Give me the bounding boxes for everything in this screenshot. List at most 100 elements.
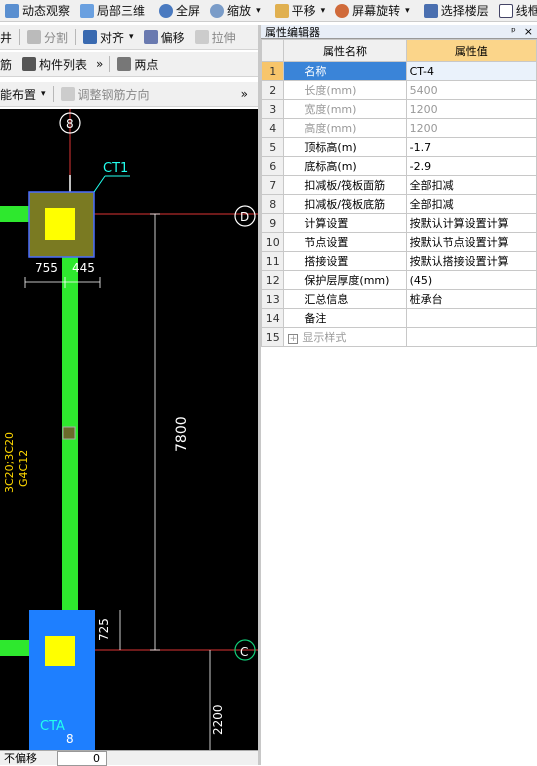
dim-7800: 7800 (174, 416, 190, 452)
adjust-rebar-direction-button[interactable]: 调整钢筋方向 (56, 82, 155, 106)
property-row[interactable]: 10 节点设置 按默认节点设置计算 (260, 232, 537, 252)
fullscreen-button[interactable]: 全屏 (154, 0, 205, 21)
property-value[interactable]: 全部扣减 (405, 194, 537, 214)
separator (52, 86, 54, 102)
property-name[interactable]: 节点设置 (283, 232, 407, 252)
property-name[interactable]: 底标高(m) (283, 156, 407, 176)
adjust-direction-icon (60, 87, 75, 101)
main-toolbar: 动态观察 局部三维 全屏 缩放 平移 屏幕旋转 选择楼层 线框 (0, 0, 537, 22)
property-name[interactable]: 计算设置 (283, 213, 407, 233)
property-name[interactable]: 高度(mm) (283, 118, 407, 138)
offset-value-input[interactable]: 0 (57, 750, 107, 766)
align-icon (83, 30, 98, 44)
row-number: 10 (260, 232, 285, 252)
cad-canvas[interactable]: CT1 CTA 755 445 7800 725 2200 3C20;3C20 … (0, 109, 258, 765)
row-number: 4 (260, 118, 285, 138)
offset-button[interactable]: 偏移 (139, 25, 190, 49)
pin-icon[interactable]: ᵖ (511, 25, 516, 38)
zoom-button[interactable]: 缩放 (205, 0, 266, 21)
property-row[interactable]: 6 底标高(m) -2.9 (260, 156, 537, 176)
property-row[interactable]: 8 扣减板/筏板底筋 全部扣减 (260, 194, 537, 214)
property-name[interactable]: 顶标高(m) (283, 137, 407, 157)
property-row[interactable]: 4 高度(mm) 1200 (260, 118, 537, 138)
property-value[interactable]: (45) (405, 270, 537, 290)
select-floor-button[interactable]: 选择楼层 (419, 0, 494, 21)
property-value[interactable]: -1.7 (405, 137, 537, 157)
property-row[interactable]: 9 计算设置 按默认计算设置计算 (260, 213, 537, 233)
property-name[interactable]: 备注 (283, 308, 407, 328)
property-name[interactable]: 长度(mm) (283, 80, 407, 100)
row-number: 2 (260, 80, 285, 100)
property-value[interactable]: CT-4 (405, 61, 537, 81)
dim-445: 445 (72, 261, 95, 275)
offset-icon (143, 30, 158, 44)
axis-label-8: 8 (66, 117, 74, 131)
property-row[interactable]: 11 搭接设置 按默认搭接设置计算 (260, 251, 537, 271)
property-row[interactable]: 12 保护层厚度(mm) (45) (260, 270, 537, 290)
property-row[interactable]: 14 备注 (260, 308, 537, 328)
dynamic-view-button[interactable]: 动态观察 (0, 0, 75, 21)
property-name[interactable]: + 显示样式 (283, 327, 407, 347)
dim-2200: 2200 (211, 704, 225, 735)
property-name[interactable]: 汇总信息 (283, 289, 407, 309)
stretch-icon (194, 30, 209, 44)
property-row[interactable]: 2 长度(mm) 5400 (260, 80, 537, 100)
property-value[interactable]: 全部扣减 (405, 175, 537, 195)
stretch-button[interactable]: 拉伸 (190, 25, 241, 49)
orbit-icon (5, 3, 19, 18)
offset-mode-label[interactable]: 不偏移 (4, 750, 37, 766)
property-value[interactable] (405, 327, 537, 347)
axis-label-c: C (240, 645, 248, 659)
property-value[interactable]: -2.9 (405, 156, 537, 176)
property-name[interactable]: 搭接设置 (283, 251, 407, 271)
property-value[interactable]: 桩承台 (405, 289, 537, 309)
well-button[interactable]: 井 (0, 25, 17, 49)
property-value[interactable] (405, 308, 537, 328)
property-value[interactable]: 1200 (405, 99, 537, 119)
property-row[interactable]: 13 汇总信息 桩承台 (260, 289, 537, 309)
property-row[interactable]: 5 顶标高(m) -1.7 (260, 137, 537, 157)
column-marker (62, 426, 76, 440)
overflow-chevron-icon[interactable]: » (231, 82, 258, 106)
property-value[interactable]: 5400 (405, 80, 537, 100)
row-number: 12 (260, 270, 285, 290)
smart-layout-button[interactable]: 能布置 (0, 82, 51, 106)
property-name-header: 属性名称 (283, 39, 407, 62)
panel-title: 属性编辑器 (265, 25, 320, 39)
row-number-header (260, 39, 285, 62)
pan-button[interactable]: 平移 (270, 0, 331, 21)
two-point-button[interactable]: 两点 (112, 52, 163, 76)
property-row[interactable]: 15 + 显示样式 (260, 327, 537, 347)
property-value[interactable]: 按默认搭接设置计算 (405, 251, 537, 271)
property-name[interactable]: 扣减板/筏板面筋 (283, 175, 407, 195)
property-row[interactable]: 3 宽度(mm) 1200 (260, 99, 537, 119)
property-value[interactable]: 按默认计算设置计算 (405, 213, 537, 233)
local-3d-button[interactable]: 局部三维 (75, 0, 150, 21)
axis-label-d: D (240, 210, 249, 224)
separator (109, 56, 111, 72)
hand-icon (274, 3, 289, 18)
property-name[interactable]: 名称 (283, 61, 407, 81)
component-list-button[interactable]: 构件列表 (17, 52, 92, 76)
property-name[interactable]: 宽度(mm) (283, 99, 407, 119)
close-icon[interactable]: × (524, 25, 533, 38)
split-button[interactable]: 分割 (22, 25, 73, 49)
rebar-label-a: 3C20;3C20 (3, 432, 16, 493)
label-ct1: CT1 (103, 161, 128, 176)
property-row[interactable]: 7 扣减板/筏板面筋 全部扣减 (260, 175, 537, 195)
component-toolbar: 筋 构件列表 » 两点 (0, 52, 258, 77)
overflow-chevron-icon[interactable]: » (92, 52, 107, 76)
property-name[interactable]: 保护层厚度(mm) (283, 270, 407, 290)
expand-icon[interactable]: + (288, 334, 299, 344)
property-value[interactable]: 按默认节点设置计算 (405, 232, 537, 252)
property-row[interactable]: 1 名称 CT-4 (260, 61, 537, 81)
wireframe-icon (498, 3, 513, 18)
wireframe-button[interactable]: 线框 (494, 0, 537, 21)
row-number: 1 (260, 61, 285, 81)
cad-drawing: CT1 CTA 755 445 7800 725 2200 3C20;3C20 … (0, 109, 258, 765)
property-name[interactable]: 扣减板/筏板底筋 (283, 194, 407, 214)
align-button[interactable]: 对齐 (78, 25, 139, 49)
rebar-button[interactable]: 筋 (0, 52, 17, 76)
screen-rotate-button[interactable]: 屏幕旋转 (330, 0, 415, 21)
property-value[interactable]: 1200 (405, 118, 537, 138)
